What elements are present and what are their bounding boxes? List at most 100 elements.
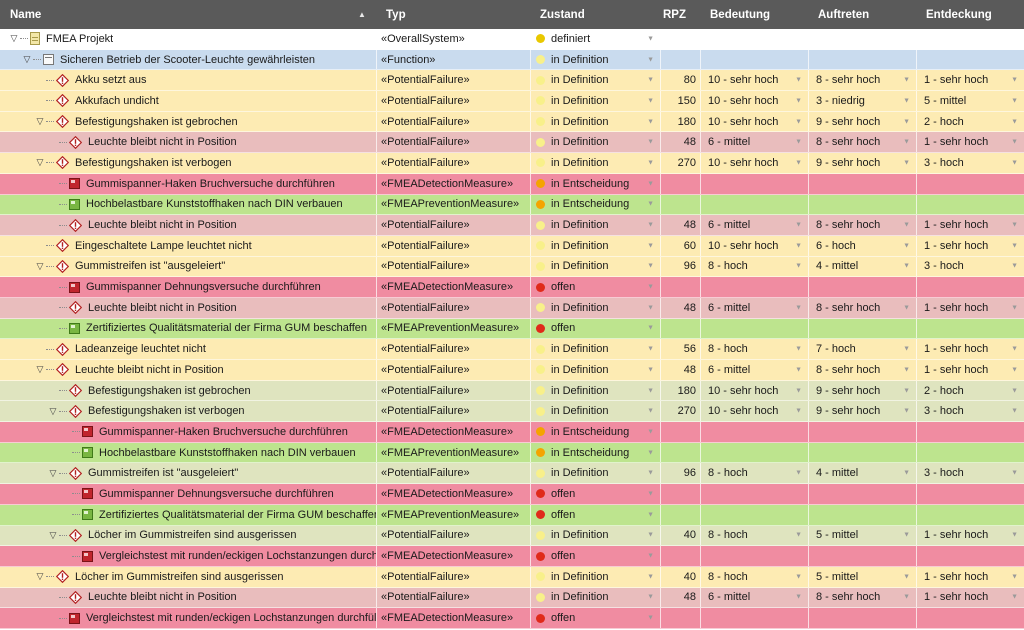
- entdeckung-dropdown[interactable]: 1 - sehr hoch ▼: [916, 587, 1024, 608]
- bedeutung-dropdown[interactable]: 6 - mittel ▼: [700, 360, 808, 380]
- dropdown-arrow-icon[interactable]: ▼: [795, 222, 802, 229]
- auftreten-dropdown[interactable]: 8 - sehr hoch ▼: [808, 297, 916, 318]
- entdeckung-dropdown[interactable]: [916, 318, 1024, 339]
- dropdown-arrow-icon[interactable]: ▼: [903, 532, 910, 539]
- bedeutung-dropdown[interactable]: [700, 484, 808, 504]
- entdeckung-dropdown[interactable]: 1 - sehr hoch ▼: [916, 235, 1024, 256]
- name-cell[interactable]: Hochbelastbare Kunststoffhaken nach DIN …: [0, 443, 376, 463]
- tree-row[interactable]: ▽ Leuchte bleibt nicht in Position «Potent…: [0, 360, 1024, 381]
- bedeutung-dropdown[interactable]: [700, 173, 808, 194]
- dropdown-arrow-icon[interactable]: ▼: [1011, 222, 1018, 229]
- dropdown-arrow-icon[interactable]: ▼: [903, 387, 910, 394]
- entdeckung-dropdown[interactable]: [916, 504, 1024, 525]
- zustand-dropdown[interactable]: in Definition ▼: [530, 566, 660, 587]
- name-cell[interactable]: Akkufach undicht: [0, 91, 376, 111]
- dropdown-arrow-icon[interactable]: ▼: [647, 304, 654, 311]
- entdeckung-dropdown[interactable]: [916, 442, 1024, 463]
- name-cell[interactable]: Leuchte bleibt nicht in Position: [0, 132, 376, 152]
- tree-row[interactable]: Gummispanner-Haken Bruchversuche durchfü…: [0, 422, 1024, 443]
- tree-row[interactable]: Hochbelastbare Kunststoffhaken nach DIN …: [0, 442, 1024, 464]
- name-cell[interactable]: ▽ Löcher im Gummistreifen sind ausgerisse…: [0, 526, 376, 546]
- dropdown-arrow-icon[interactable]: ▼: [903, 594, 910, 601]
- zustand-dropdown[interactable]: in Definition ▼: [530, 297, 660, 318]
- column-header-bedeutung[interactable]: Bedeutung: [700, 0, 808, 29]
- dropdown-arrow-icon[interactable]: ▼: [1011, 242, 1018, 249]
- auftreten-dropdown[interactable]: 8 - sehr hoch ▼: [808, 70, 916, 91]
- entdeckung-dropdown[interactable]: [916, 49, 1024, 70]
- bedeutung-dropdown[interactable]: 6 - mittel ▼: [700, 297, 808, 318]
- tree-row[interactable]: Zertifiziertes Qualitätsmaterial der Fir…: [0, 504, 1024, 526]
- name-cell[interactable]: ▽ FMEA Projekt: [0, 29, 376, 49]
- tree-row[interactable]: ▽ FMEA Projekt «OverallSystem» definiert ▼: [0, 29, 1024, 50]
- zustand-dropdown[interactable]: in Entscheidung ▼: [530, 422, 660, 442]
- name-cell[interactable]: Zertifiziertes Qualitätsmaterial der Fir…: [0, 505, 376, 525]
- dropdown-arrow-icon[interactable]: ▼: [1011, 573, 1018, 580]
- dropdown-arrow-icon[interactable]: ▼: [1011, 346, 1018, 353]
- auftreten-dropdown[interactable]: 3 - niedrig ▼: [808, 91, 916, 111]
- bedeutung-dropdown[interactable]: 10 - sehr hoch ▼: [700, 153, 808, 173]
- auftreten-dropdown[interactable]: [808, 318, 916, 339]
- tree-row[interactable]: ▽ Löcher im Gummistreifen sind ausgerisse…: [0, 566, 1024, 588]
- auftreten-dropdown[interactable]: 8 - sehr hoch ▼: [808, 587, 916, 608]
- auftreten-dropdown[interactable]: 9 - sehr hoch ▼: [808, 380, 916, 401]
- dropdown-arrow-icon[interactable]: ▼: [903, 222, 910, 229]
- dropdown-arrow-icon[interactable]: ▼: [903, 118, 910, 125]
- zustand-dropdown[interactable]: in Definition ▼: [530, 111, 660, 132]
- auftreten-dropdown[interactable]: 9 - sehr hoch ▼: [808, 401, 916, 422]
- name-cell[interactable]: Befestigungshaken ist gebrochen: [0, 381, 376, 401]
- name-cell[interactable]: Gummispanner-Haken Bruchversuche durchfü…: [0, 174, 376, 194]
- entdeckung-dropdown[interactable]: 1 - sehr hoch ▼: [916, 70, 1024, 91]
- dropdown-arrow-icon[interactable]: ▼: [903, 139, 910, 146]
- entdeckung-dropdown[interactable]: 1 - sehr hoch ▼: [916, 297, 1024, 318]
- zustand-dropdown[interactable]: in Entscheidung ▼: [530, 442, 660, 463]
- dropdown-arrow-icon[interactable]: ▼: [647, 490, 654, 497]
- entdeckung-dropdown[interactable]: 3 - hoch ▼: [916, 153, 1024, 173]
- auftreten-dropdown[interactable]: [808, 546, 916, 566]
- dropdown-arrow-icon[interactable]: ▼: [903, 242, 910, 249]
- auftreten-dropdown[interactable]: 9 - sehr hoch ▼: [808, 153, 916, 173]
- dropdown-arrow-icon[interactable]: ▼: [795, 139, 802, 146]
- dropdown-arrow-icon[interactable]: ▼: [647, 346, 654, 353]
- dropdown-arrow-icon[interactable]: ▼: [1011, 263, 1018, 270]
- tree-row[interactable]: ▽ Befestigungshaken ist verbogen «Potentia…: [0, 401, 1024, 423]
- bedeutung-dropdown[interactable]: [700, 608, 808, 628]
- dropdown-arrow-icon[interactable]: ▼: [647, 118, 654, 125]
- dropdown-arrow-icon[interactable]: ▼: [647, 615, 654, 622]
- dropdown-arrow-icon[interactable]: ▼: [903, 470, 910, 477]
- entdeckung-dropdown[interactable]: [916, 194, 1024, 215]
- dropdown-arrow-icon[interactable]: ▼: [795, 77, 802, 84]
- zustand-dropdown[interactable]: in Definition ▼: [530, 463, 660, 484]
- name-cell[interactable]: ▽ Gummistreifen ist "ausgeleiert": [0, 257, 376, 277]
- dropdown-arrow-icon[interactable]: ▼: [795, 159, 802, 166]
- entdeckung-dropdown[interactable]: [916, 546, 1024, 566]
- auftreten-dropdown[interactable]: [808, 442, 916, 463]
- zustand-dropdown[interactable]: in Definition ▼: [530, 587, 660, 608]
- dropdown-arrow-icon[interactable]: ▼: [903, 366, 910, 373]
- dropdown-arrow-icon[interactable]: ▼: [1011, 408, 1018, 415]
- tree-row[interactable]: ▽ Löcher im Gummistreifen sind ausgerisse…: [0, 525, 1024, 547]
- zustand-dropdown[interactable]: offen ▼: [530, 318, 660, 339]
- entdeckung-dropdown[interactable]: 1 - sehr hoch ▼: [916, 360, 1024, 380]
- expand-toggle-icon[interactable]: ▽: [47, 468, 59, 479]
- dropdown-arrow-icon[interactable]: ▼: [647, 284, 654, 291]
- dropdown-arrow-icon[interactable]: ▼: [647, 35, 654, 42]
- auftreten-dropdown[interactable]: 9 - sehr hoch ▼: [808, 111, 916, 132]
- dropdown-arrow-icon[interactable]: ▼: [795, 594, 802, 601]
- tree-row[interactable]: Zertifiziertes Qualitätsmaterial der Fir…: [0, 318, 1024, 340]
- name-cell[interactable]: Leuchte bleibt nicht in Position: [0, 298, 376, 318]
- dropdown-arrow-icon[interactable]: ▼: [1011, 159, 1018, 166]
- name-cell[interactable]: Leuchte bleibt nicht in Position: [0, 588, 376, 608]
- dropdown-arrow-icon[interactable]: ▼: [795, 470, 802, 477]
- dropdown-arrow-icon[interactable]: ▼: [647, 573, 654, 580]
- bedeutung-dropdown[interactable]: 6 - mittel ▼: [700, 587, 808, 608]
- bedeutung-dropdown[interactable]: 8 - hoch ▼: [700, 463, 808, 484]
- zustand-dropdown[interactable]: in Definition ▼: [530, 360, 660, 380]
- tree-row[interactable]: Ladeanzeige leuchtet nicht «PotentialFail…: [0, 339, 1024, 360]
- tree-row[interactable]: ▽ Gummistreifen ist "ausgeleiert" «Potenti…: [0, 463, 1024, 485]
- expand-toggle-icon[interactable]: ▽: [47, 406, 59, 417]
- zustand-dropdown[interactable]: in Definition ▼: [530, 91, 660, 111]
- bedeutung-dropdown[interactable]: [700, 277, 808, 297]
- entdeckung-dropdown[interactable]: 5 - mittel ▼: [916, 91, 1024, 111]
- dropdown-arrow-icon[interactable]: ▼: [1011, 532, 1018, 539]
- expand-toggle-icon[interactable]: ▽: [34, 571, 46, 582]
